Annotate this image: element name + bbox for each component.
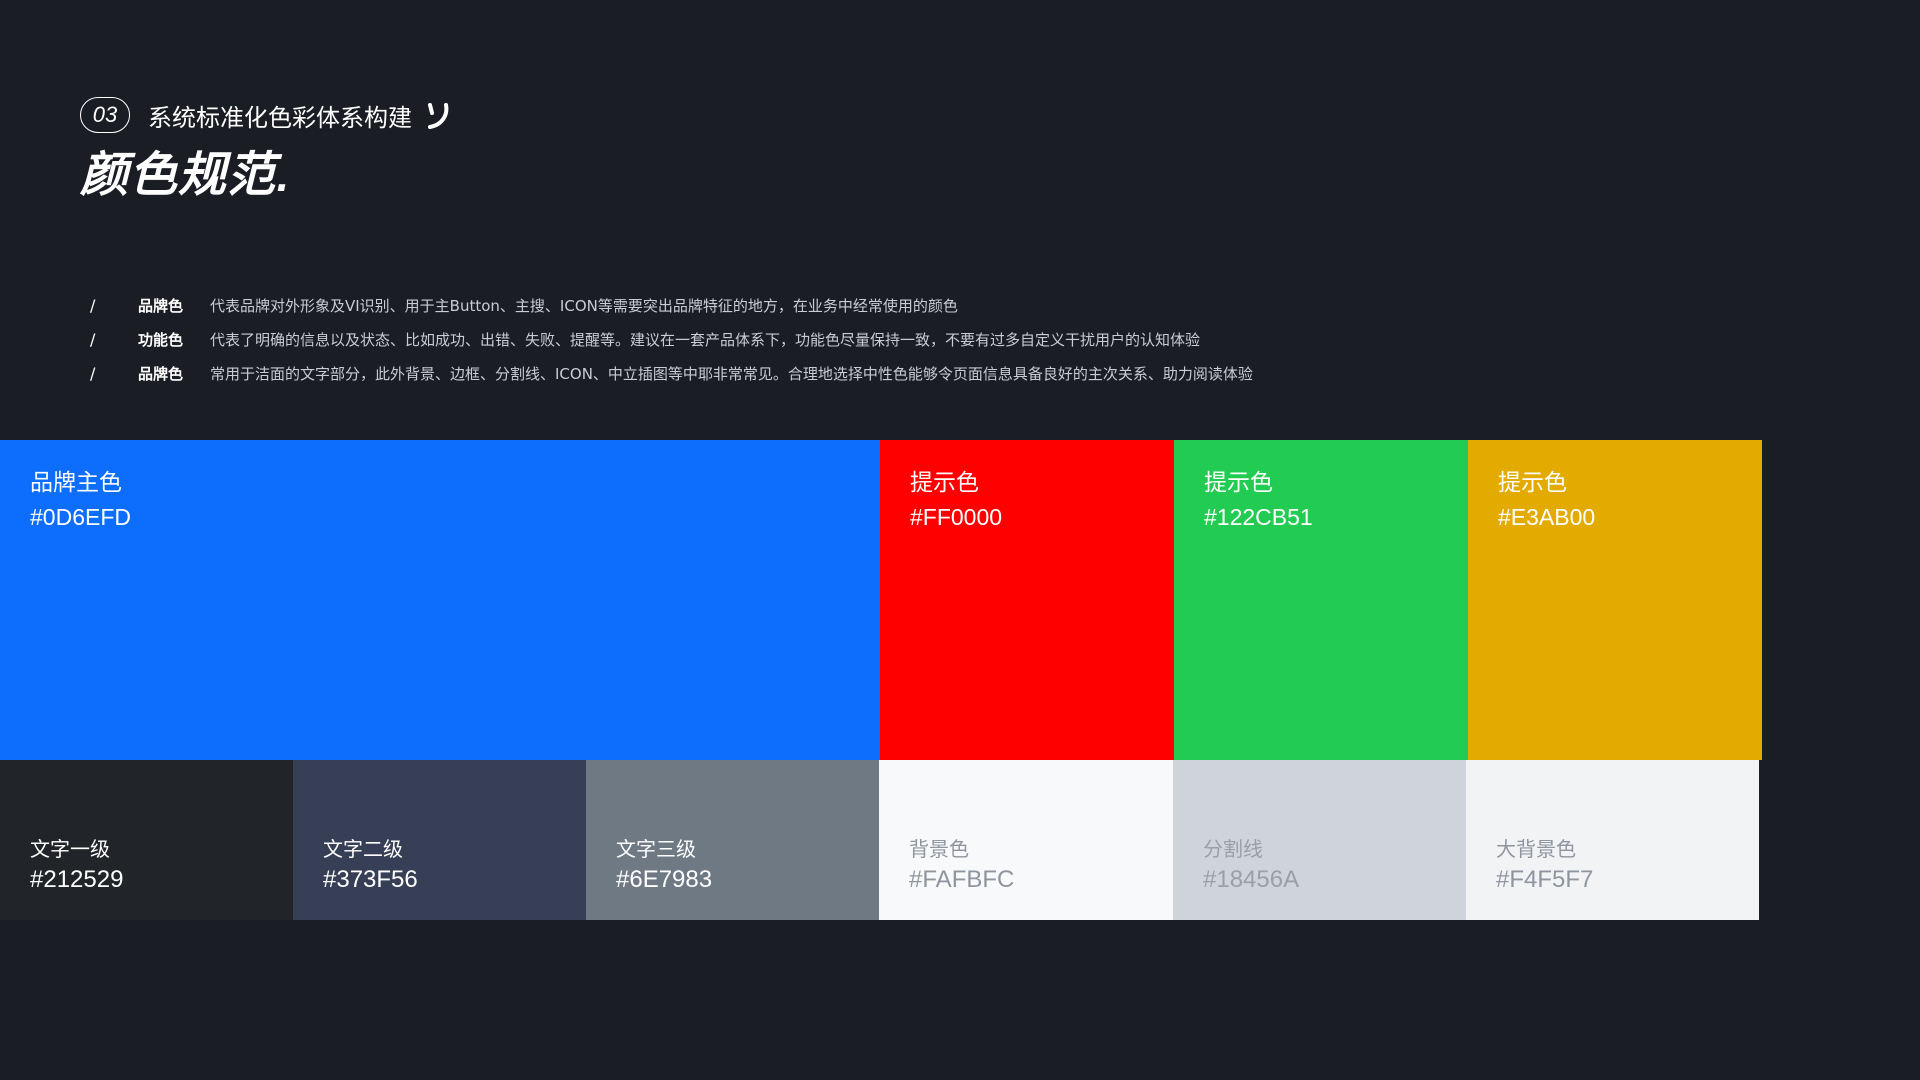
swatch-alert-yellow: 提示色 #E3AB00: [1468, 440, 1762, 760]
swatch-name: 品牌主色: [30, 470, 122, 496]
description-row: / 品牌色 代表品牌对外形象及VI识别、用于主Button、主搜、ICON等需要…: [90, 288, 1253, 322]
swatch-background: 背景色 #FAFBFC: [879, 760, 1173, 920]
swatch-text-level-2: 文字二级 #373F56: [293, 760, 586, 920]
swatch-name: 文字一级: [30, 837, 110, 861]
swatch-code: #122CB51: [1204, 504, 1313, 530]
description-slash: /: [90, 329, 96, 349]
description-slash: /: [90, 295, 96, 315]
swatch-alert-green: 提示色 #122CB51: [1174, 440, 1468, 760]
section-heading: 03 系统标准化色彩体系构建: [80, 95, 452, 135]
header: 03 系统标准化色彩体系构建 颜色规范.: [80, 95, 452, 208]
swatch-text-level-3: 文字三级 #6E7983: [586, 760, 879, 920]
description-label: 品牌色: [138, 364, 184, 383]
swatch-code: #6E7983: [616, 866, 713, 893]
swatch-code: #0D6EFD: [30, 504, 131, 530]
swatch-name: 分割线: [1203, 837, 1263, 861]
swatch-code: #E3AB00: [1498, 504, 1596, 530]
swatch-large-background: 大背景色 #F4F5F7: [1466, 760, 1759, 920]
swatch-name: 提示色: [1498, 470, 1567, 496]
swatch-name: 文字三级: [616, 837, 696, 861]
swatch-divider: 分割线 #18456A: [1173, 760, 1466, 920]
page-title-text: 颜色规范: [80, 147, 277, 203]
swatch-name: 提示色: [910, 470, 979, 496]
description-row: / 功能色 代表了明确的信息以及状态、比如成功、出错、失败、提醒等。建议在一套产…: [90, 322, 1253, 356]
description-text: 常用于洁面的文字部分，此外背景、边框、分割线、ICON、中立插图等中耶非常常见。…: [210, 364, 1253, 383]
description-label: 品牌色: [138, 296, 184, 315]
page-title: 颜色规范.: [80, 147, 452, 208]
description-list: / 品牌色 代表品牌对外形象及VI识别、用于主Button、主搜、ICON等需要…: [90, 288, 1253, 390]
swatch-code: #FF0000: [910, 504, 1003, 530]
swatch-code: #F4F5F7: [1496, 866, 1594, 893]
smile-mark-icon: [424, 99, 452, 131]
description-text: 代表了明确的信息以及状态、比如成功、出错、失败、提醒等。建议在一套产品体系下，功…: [210, 330, 1201, 349]
description-row: / 品牌色 常用于洁面的文字部分，此外背景、边框、分割线、ICON、中立插图等中…: [90, 356, 1253, 390]
swatch-code: #373F56: [323, 866, 418, 893]
swatch-code: #FAFBFC: [909, 866, 1015, 893]
swatch-brand-primary: 品牌主色 #0D6EFD: [0, 440, 880, 760]
page-title-dot: .: [276, 159, 291, 200]
swatch-text-level-1: 文字一级 #212529: [0, 760, 293, 920]
swatch-name: 提示色: [1204, 470, 1273, 496]
color-palette: 品牌主色 #0D6EFD 提示色 #FF0000 提示色 #122CB51 提示…: [0, 440, 1762, 920]
swatch-code: #18456A: [1203, 866, 1300, 893]
swatch-name: 大背景色: [1496, 837, 1576, 861]
swatch-code: #212529: [30, 866, 124, 893]
section-number: 03: [80, 97, 130, 133]
swatch-name: 背景色: [909, 837, 969, 861]
description-label: 功能色: [138, 330, 184, 349]
swatch-alert-red: 提示色 #FF0000: [880, 440, 1174, 760]
neutral-color-row: 文字一级 #212529 文字二级 #373F56 文字三级 #6E7983 背…: [0, 760, 1762, 920]
description-slash: /: [90, 363, 96, 383]
primary-color-row: 品牌主色 #0D6EFD 提示色 #FF0000 提示色 #122CB51 提示…: [0, 440, 1762, 760]
swatch-name: 文字二级: [323, 837, 403, 861]
description-text: 代表品牌对外形象及VI识别、用于主Button、主搜、ICON等需要突出品牌特征…: [210, 296, 958, 315]
section-title: 系统标准化色彩体系构建: [148, 103, 412, 132]
